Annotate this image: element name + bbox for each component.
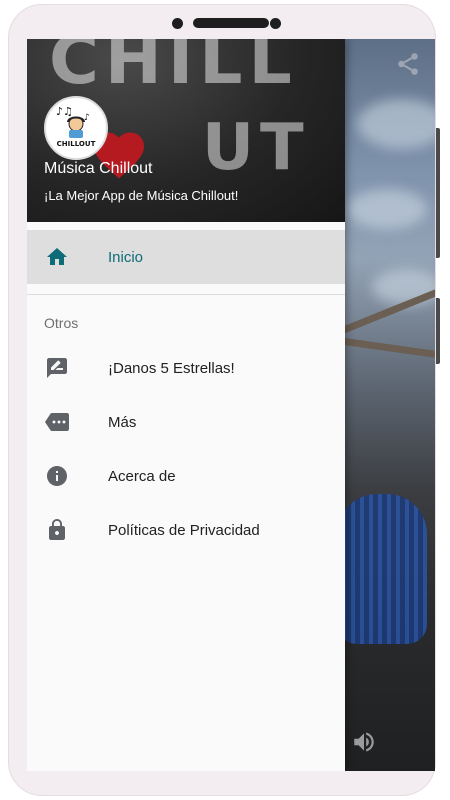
front-camera — [172, 18, 183, 29]
logo-text: CHILLOUT — [56, 140, 96, 148]
chalk-text-line2: UT — [202, 111, 310, 185]
volume-rocker — [436, 128, 440, 258]
menu-item-label: Políticas de Privacidad — [108, 521, 260, 539]
app-subtitle: ¡La Mejor App de Música Chillout! — [44, 188, 239, 203]
chair-image — [337, 494, 427, 644]
share-icon[interactable] — [395, 51, 421, 77]
sensor — [270, 18, 281, 29]
screen: CHILL UT ♪♫ ♪ CHILLOUT Música Chillout ¡… — [27, 39, 435, 771]
menu-item-label: Inicio — [108, 248, 144, 266]
info-icon — [47, 466, 67, 486]
home-icon — [47, 248, 67, 265]
lock-icon — [49, 519, 65, 540]
menu-item-inicio[interactable]: Inicio — [27, 230, 345, 284]
volume-icon[interactable] — [351, 729, 377, 755]
menu-item-label: ¡Danos 5 Estrellas! — [108, 359, 235, 377]
speaker-grille — [193, 18, 269, 28]
section-header-otros: Otros — [44, 315, 79, 331]
navigation-drawer: CHILL UT ♪♫ ♪ CHILLOUT Música Chillout ¡… — [27, 39, 345, 771]
svg-text:♪♫: ♪♫ — [56, 105, 73, 118]
menu-item-rate[interactable]: ¡Danos 5 Estrellas! — [27, 341, 345, 395]
drawer-header: CHILL UT ♪♫ ♪ CHILLOUT Música Chillout ¡… — [27, 39, 345, 222]
more-tag-icon — [45, 413, 69, 431]
app-title: Música Chillout — [44, 160, 153, 177]
power-button — [436, 298, 440, 364]
menu-item-label: Acerca de — [108, 467, 176, 485]
menu-item-mas[interactable]: Más — [27, 395, 345, 449]
menu-item-privacidad[interactable]: Políticas de Privacidad — [27, 503, 345, 557]
menu-item-label: Más — [108, 413, 137, 431]
app-logo: ♪♫ ♪ CHILLOUT — [44, 96, 108, 160]
menu-item-acerca[interactable]: Acerca de — [27, 449, 345, 503]
drawer-menu: Inicio Otros ¡Danos 5 Estrellas! Más Ace… — [27, 230, 345, 557]
rate-edit-icon — [47, 358, 67, 378]
phone-frame: CHILL UT ♪♫ ♪ CHILLOUT Música Chillout ¡… — [8, 4, 436, 796]
chalk-text-line1: CHILL — [49, 39, 298, 100]
